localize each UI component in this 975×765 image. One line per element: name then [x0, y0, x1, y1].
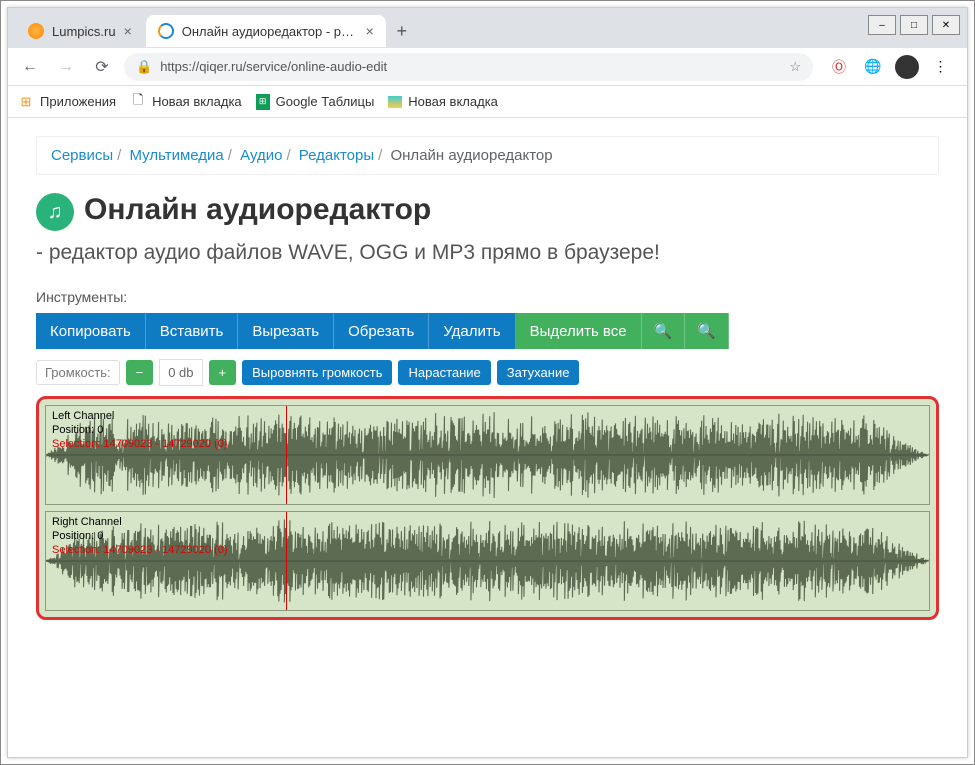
browser-tab[interactable]: Lumpics.ru ×: [16, 15, 144, 47]
extension-opera-icon[interactable]: Ⓞ: [827, 55, 851, 79]
cut-button[interactable]: Вырезать: [238, 313, 334, 349]
url-text: https://qiqer.ru/service/online-audio-ed…: [160, 59, 387, 74]
extension-icons: Ⓞ 🌐 ⋮: [821, 55, 959, 79]
zoom-in-button[interactable]: 🔍: [642, 313, 686, 349]
crop-button[interactable]: Обрезать: [334, 313, 429, 349]
delete-button[interactable]: Удалить: [429, 313, 515, 349]
bookmark-star-icon[interactable]: ☆: [789, 59, 801, 75]
position-label: Position:: [52, 530, 94, 542]
fade-out-button[interactable]: Затухание: [497, 360, 580, 385]
tab-title: Онлайн аудиоредактор - редак: [182, 24, 358, 39]
page-icon: 🗋: [130, 94, 146, 110]
zoom-out-button[interactable]: 🔍: [685, 313, 729, 349]
picture-icon: [388, 96, 402, 108]
minimize-button[interactable]: –: [868, 15, 896, 35]
close-tab-icon[interactable]: ×: [366, 23, 374, 39]
music-note-icon: ♫: [36, 193, 74, 231]
selection-text: Selection: 14709023 - 14729020 (0): [52, 544, 228, 556]
breadcrumb-link[interactable]: Сервисы: [51, 147, 113, 164]
extension-globe-icon[interactable]: 🌐: [861, 55, 885, 79]
volume-label: Громкость:: [36, 360, 120, 385]
channel-label: Right Channel Position: 0 Selection: 147…: [52, 516, 228, 557]
bookmark-label: Google Таблицы: [276, 94, 375, 109]
position-value: 0: [97, 424, 103, 436]
bookmark-label: Приложения: [40, 94, 116, 109]
forward-button[interactable]: →: [52, 53, 80, 81]
tools-label: Инструменты:: [36, 289, 939, 305]
close-window-button[interactable]: ✕: [932, 15, 960, 35]
volume-value: 0 db: [159, 359, 202, 386]
tab-strip: Lumpics.ru × Онлайн аудиоредактор - реда…: [8, 8, 967, 48]
tab-title: Lumpics.ru: [52, 24, 116, 39]
playhead[interactable]: [286, 512, 287, 610]
bookmark-apps[interactable]: ⊞ Приложения: [18, 94, 116, 110]
page-subtitle: - редактор аудио файлов WAVE, OGG и MP3 …: [36, 241, 660, 265]
maximize-button[interactable]: □: [900, 15, 928, 35]
zoom-out-icon: 🔍: [697, 323, 716, 340]
breadcrumb-link[interactable]: Мультимедиа: [130, 147, 224, 164]
paste-button[interactable]: Вставить: [146, 313, 239, 349]
favicon-icon: [28, 23, 44, 39]
bookmarks-bar: ⊞ Приложения 🗋 Новая вкладка ⊞ Google Та…: [8, 86, 967, 118]
breadcrumb-current: Онлайн аудиоредактор: [390, 147, 552, 164]
new-tab-button[interactable]: +: [388, 17, 416, 45]
address-row: ← → ⟳ 🔒 https://qiqer.ru/service/online-…: [8, 48, 967, 86]
titlebar-controls: – □ ✕: [868, 15, 960, 35]
bookmark-item[interactable]: Новая вкладка: [388, 94, 498, 109]
page-title: Онлайн аудиоредактор: [84, 193, 431, 227]
left-channel[interactable]: Left Channel Position: 0 Selection: 1470…: [45, 405, 930, 505]
profile-avatar[interactable]: [895, 55, 919, 79]
bookmark-item[interactable]: ⊞ Google Таблицы: [256, 94, 375, 110]
page-title-row: ♫ Онлайн аудиоредактор - редактор аудио …: [36, 193, 939, 265]
copy-button[interactable]: Копировать: [36, 313, 146, 349]
breadcrumb: Сервисы/ Мультимедиа/ Аудио/ Редакторы/ …: [36, 136, 939, 175]
select-all-button[interactable]: Выделить все: [516, 313, 642, 349]
zoom-in-icon: 🔍: [654, 323, 673, 340]
reload-button[interactable]: ⟳: [88, 53, 116, 81]
bookmark-label: Новая вкладка: [152, 94, 242, 109]
browser-window: Lumpics.ru × Онлайн аудиоредактор - реда…: [7, 7, 968, 758]
selection-text: Selection: 14709023 - 14729020 (0): [52, 438, 228, 450]
playhead[interactable]: [286, 406, 287, 504]
bookmark-label: Новая вкладка: [408, 94, 498, 109]
browser-tab-active[interactable]: Онлайн аудиоредактор - редак ×: [146, 15, 386, 47]
channel-label: Left Channel Position: 0 Selection: 1470…: [52, 410, 228, 451]
waveform-editor[interactable]: Left Channel Position: 0 Selection: 1470…: [36, 396, 939, 620]
menu-button[interactable]: ⋮: [929, 55, 953, 79]
apps-icon: ⊞: [18, 94, 34, 110]
position-value: 0: [97, 530, 103, 542]
bookmark-item[interactable]: 🗋 Новая вкладка: [130, 94, 242, 110]
page-content: Сервисы/ Мультимедиа/ Аудио/ Редакторы/ …: [8, 118, 967, 757]
volume-down-button[interactable]: −: [126, 360, 154, 385]
window-frame: – □ ✕ Lumpics.ru × Онлайн аудиоредактор …: [0, 0, 975, 765]
back-button[interactable]: ←: [16, 53, 44, 81]
address-bar[interactable]: 🔒 https://qiqer.ru/service/online-audio-…: [124, 53, 813, 81]
fade-in-button[interactable]: Нарастание: [398, 360, 490, 385]
channel-name: Left Channel: [52, 410, 114, 422]
sheets-icon: ⊞: [256, 94, 270, 110]
position-label: Position:: [52, 424, 94, 436]
breadcrumb-link[interactable]: Аудио: [240, 147, 282, 164]
volume-up-button[interactable]: +: [209, 360, 237, 385]
channel-name: Right Channel: [52, 516, 122, 528]
favicon-icon: [158, 23, 174, 39]
right-channel[interactable]: Right Channel Position: 0 Selection: 147…: [45, 511, 930, 611]
toolbar-volume: Громкость: − 0 db + Выровнять громкость …: [36, 359, 939, 386]
normalize-button[interactable]: Выровнять громкость: [242, 360, 392, 385]
close-tab-icon[interactable]: ×: [124, 23, 132, 39]
toolbar-main: Копировать Вставить Вырезать Обрезать Уд…: [36, 313, 939, 349]
lock-icon: 🔒: [136, 59, 152, 75]
breadcrumb-link[interactable]: Редакторы: [299, 147, 374, 164]
